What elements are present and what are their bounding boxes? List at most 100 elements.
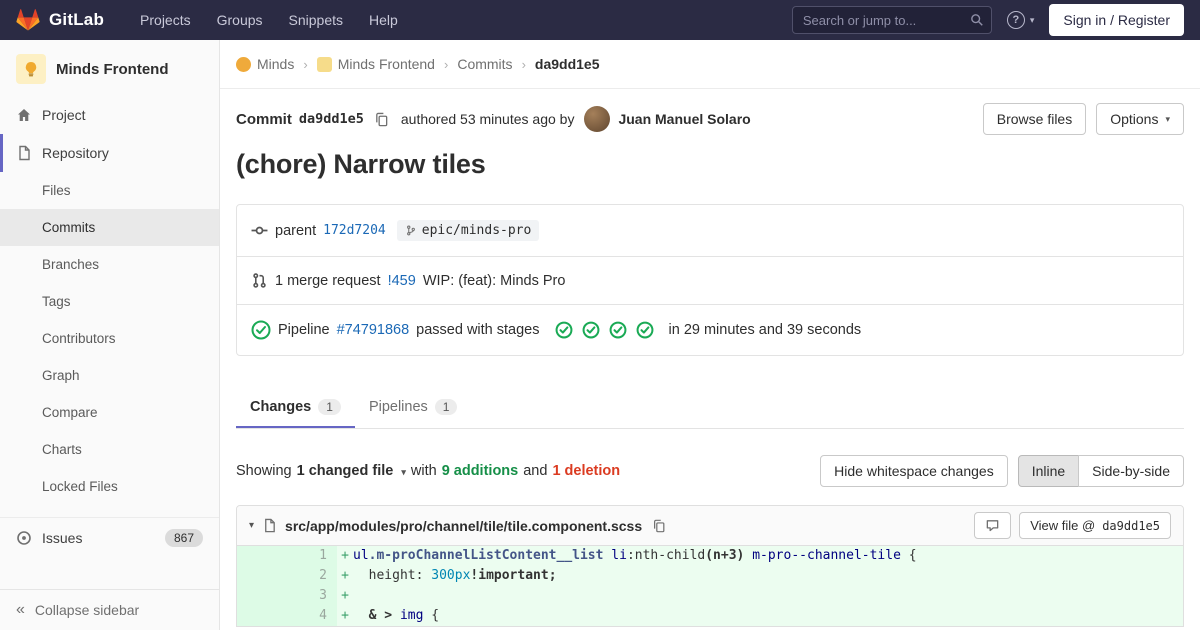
branch-ref-label[interactable]: epic/minds-pro xyxy=(396,220,540,241)
author-name-link[interactable]: Juan Manuel Solaro xyxy=(618,111,750,127)
diff-line-number-old[interactable] xyxy=(237,586,287,606)
pipeline-stage-icon-4[interactable] xyxy=(636,321,654,339)
parent-sha-link[interactable]: 172d7204 xyxy=(323,223,386,238)
sidebar-item-compare[interactable]: Compare xyxy=(0,394,219,431)
diff-view-toggle: Inline Side-by-side xyxy=(1017,455,1184,487)
authored-text: authored 53 minutes ago by xyxy=(400,111,575,127)
search-box xyxy=(791,6,992,34)
help-icon: ? xyxy=(1006,11,1025,29)
pipeline-stages xyxy=(555,321,654,339)
parent-row: parent 172d7204 epic/minds-pro xyxy=(237,205,1183,256)
sidebar-item-charts[interactable]: Charts xyxy=(0,431,219,468)
browse-files-button[interactable]: Browse files xyxy=(982,103,1087,135)
nav-item-groups[interactable]: Groups xyxy=(207,6,273,34)
breadcrumb-item-minds[interactable]: Minds xyxy=(236,56,294,72)
side-by-side-view-button[interactable]: Side-by-side xyxy=(1078,455,1184,487)
sidebar-item-contributors[interactable]: Contributors xyxy=(0,320,219,357)
chevron-down-icon: ▾ xyxy=(1029,14,1035,25)
pipeline-row: Pipeline #74791868 passed with stages in… xyxy=(237,304,1183,355)
pipeline-id-link[interactable]: #74791868 xyxy=(337,322,410,338)
diff-line-number-old[interactable] xyxy=(237,546,287,566)
merge-request-icon xyxy=(251,272,268,289)
commit-tabs: Changes 1 Pipelines 1 xyxy=(236,386,1184,429)
author-avatar[interactable] xyxy=(584,106,611,132)
gitlab-logo-link[interactable]: GitLab xyxy=(16,8,104,32)
diff-line-code: + ul.m-proChannelListContent__list li:nth… xyxy=(337,546,1183,566)
breadcrumb-item-commits[interactable]: Commits xyxy=(457,56,512,72)
diff-line: 3 + xyxy=(237,586,1183,606)
sidebar-project-header[interactable]: Minds Frontend xyxy=(0,40,219,96)
nav-item-help[interactable]: Help xyxy=(359,6,408,34)
sign-in-button[interactable]: Sign in / Register xyxy=(1049,4,1184,36)
sidebar-item-files[interactable]: Files xyxy=(0,172,219,209)
tab-count-badge: 1 xyxy=(318,399,341,415)
toggle-comments-button[interactable] xyxy=(974,512,1012,539)
mr-id-link[interactable]: !459 xyxy=(388,273,416,289)
changed-files-dropdown[interactable]: 1 changed file ▾ xyxy=(297,463,406,479)
diff-stats-bar: Showing 1 changed file ▾ with 9 addition… xyxy=(236,455,1184,487)
hide-whitespace-button[interactable]: Hide whitespace changes xyxy=(820,455,1008,487)
mr-count-text: 1 merge request xyxy=(275,272,381,289)
nav-item-projects[interactable]: Projects xyxy=(130,6,201,34)
breadcrumb-separator: › xyxy=(521,56,526,72)
view-file-button[interactable]: View file @ da9dd1e5 xyxy=(1019,512,1171,539)
deletions-count: 1 deletion xyxy=(552,463,621,479)
sidebar-item-locked-files[interactable]: Locked Files xyxy=(0,468,219,505)
navbar-right: ? ▾ Sign in / Register xyxy=(791,4,1184,36)
commit-title: (chore) Narrow tiles xyxy=(236,149,486,179)
sidebar-item-project[interactable]: Project xyxy=(0,96,219,134)
breadcrumb-label: da9dd1e5 xyxy=(534,56,600,72)
copy-path-button[interactable] xyxy=(650,517,668,535)
project-avatar xyxy=(16,54,46,84)
inline-view-button[interactable]: Inline xyxy=(1017,455,1080,487)
diff-line-number-old[interactable] xyxy=(237,566,287,586)
diff-line-number-new[interactable]: 1 xyxy=(287,546,337,566)
diff-line-number-old[interactable] xyxy=(237,606,287,626)
showing-text: Showing xyxy=(236,463,292,479)
sidebar-item-issues[interactable]: Issues 867 xyxy=(0,518,219,558)
sidebar-item-label: Issues xyxy=(42,530,83,546)
sidebar-item-commits[interactable]: Commits xyxy=(0,209,219,246)
tab-label: Changes xyxy=(250,399,312,415)
help-dropdown[interactable]: ? ▾ xyxy=(1006,11,1035,29)
brand-name: GitLab xyxy=(49,10,105,29)
copy-sha-button[interactable] xyxy=(372,110,391,129)
tab-pipelines[interactable]: Pipelines 1 xyxy=(355,386,472,428)
breadcrumb-avatar xyxy=(236,56,251,72)
sidebar-item-graph[interactable]: Graph xyxy=(0,357,219,394)
repository-subnav: Files Commits Branches Tags Contributors Grap… xyxy=(0,172,219,505)
diff-line-code: + & > img { xyxy=(337,606,1183,626)
sidebar-item-tags[interactable]: Tags xyxy=(0,283,219,320)
collapse-sidebar-button[interactable]: « Collapse sidebar xyxy=(0,589,219,630)
breadcrumb-item-da9dd1e5[interactable]: da9dd1e5 xyxy=(535,56,600,72)
collapse-diff-icon[interactable]: ▾ xyxy=(249,520,254,531)
diff-line-number-new[interactable]: 4 xyxy=(287,606,337,626)
with-text: with xyxy=(410,463,437,479)
search-input[interactable] xyxy=(791,6,992,34)
options-dropdown-button[interactable]: Options ▾ xyxy=(1096,103,1184,135)
home-icon xyxy=(16,107,32,123)
diff-line-code: + xyxy=(337,586,1183,606)
pipeline-stage-icon-2[interactable] xyxy=(582,321,600,339)
nav-item-snippets[interactable]: Snippets xyxy=(279,6,353,34)
collapse-icon: « xyxy=(16,601,25,618)
pipeline-stage-icon-1[interactable] xyxy=(555,321,573,339)
pipeline-duration: in 29 minutes and 39 seconds xyxy=(668,322,862,338)
sidebar-item-repository[interactable]: Repository xyxy=(0,134,219,172)
branch-icon xyxy=(405,224,417,237)
breadcrumb-separator: › xyxy=(443,56,449,72)
tab-changes[interactable]: Changes 1 xyxy=(236,386,355,428)
options-label: Options xyxy=(1110,111,1159,127)
pipeline-status-icon[interactable] xyxy=(251,320,271,340)
search-icon[interactable] xyxy=(970,13,984,27)
branch-name: epic/minds-pro xyxy=(421,223,532,238)
breadcrumb-item-minds-frontend[interactable]: Minds Frontend xyxy=(316,56,435,72)
sidebar-project-name: Minds Frontend xyxy=(56,60,169,78)
diff-line-number-new[interactable]: 2 xyxy=(287,566,337,586)
breadcrumb-label: Minds Frontend xyxy=(337,56,435,72)
diff-line-number-new[interactable]: 3 xyxy=(287,586,337,606)
sidebar-item-branches[interactable]: Branches xyxy=(0,246,219,283)
view-file-sha: da9dd1e5 xyxy=(1102,518,1160,533)
breadcrumb-label: Commits xyxy=(457,56,513,72)
pipeline-stage-icon-3[interactable] xyxy=(609,321,627,339)
